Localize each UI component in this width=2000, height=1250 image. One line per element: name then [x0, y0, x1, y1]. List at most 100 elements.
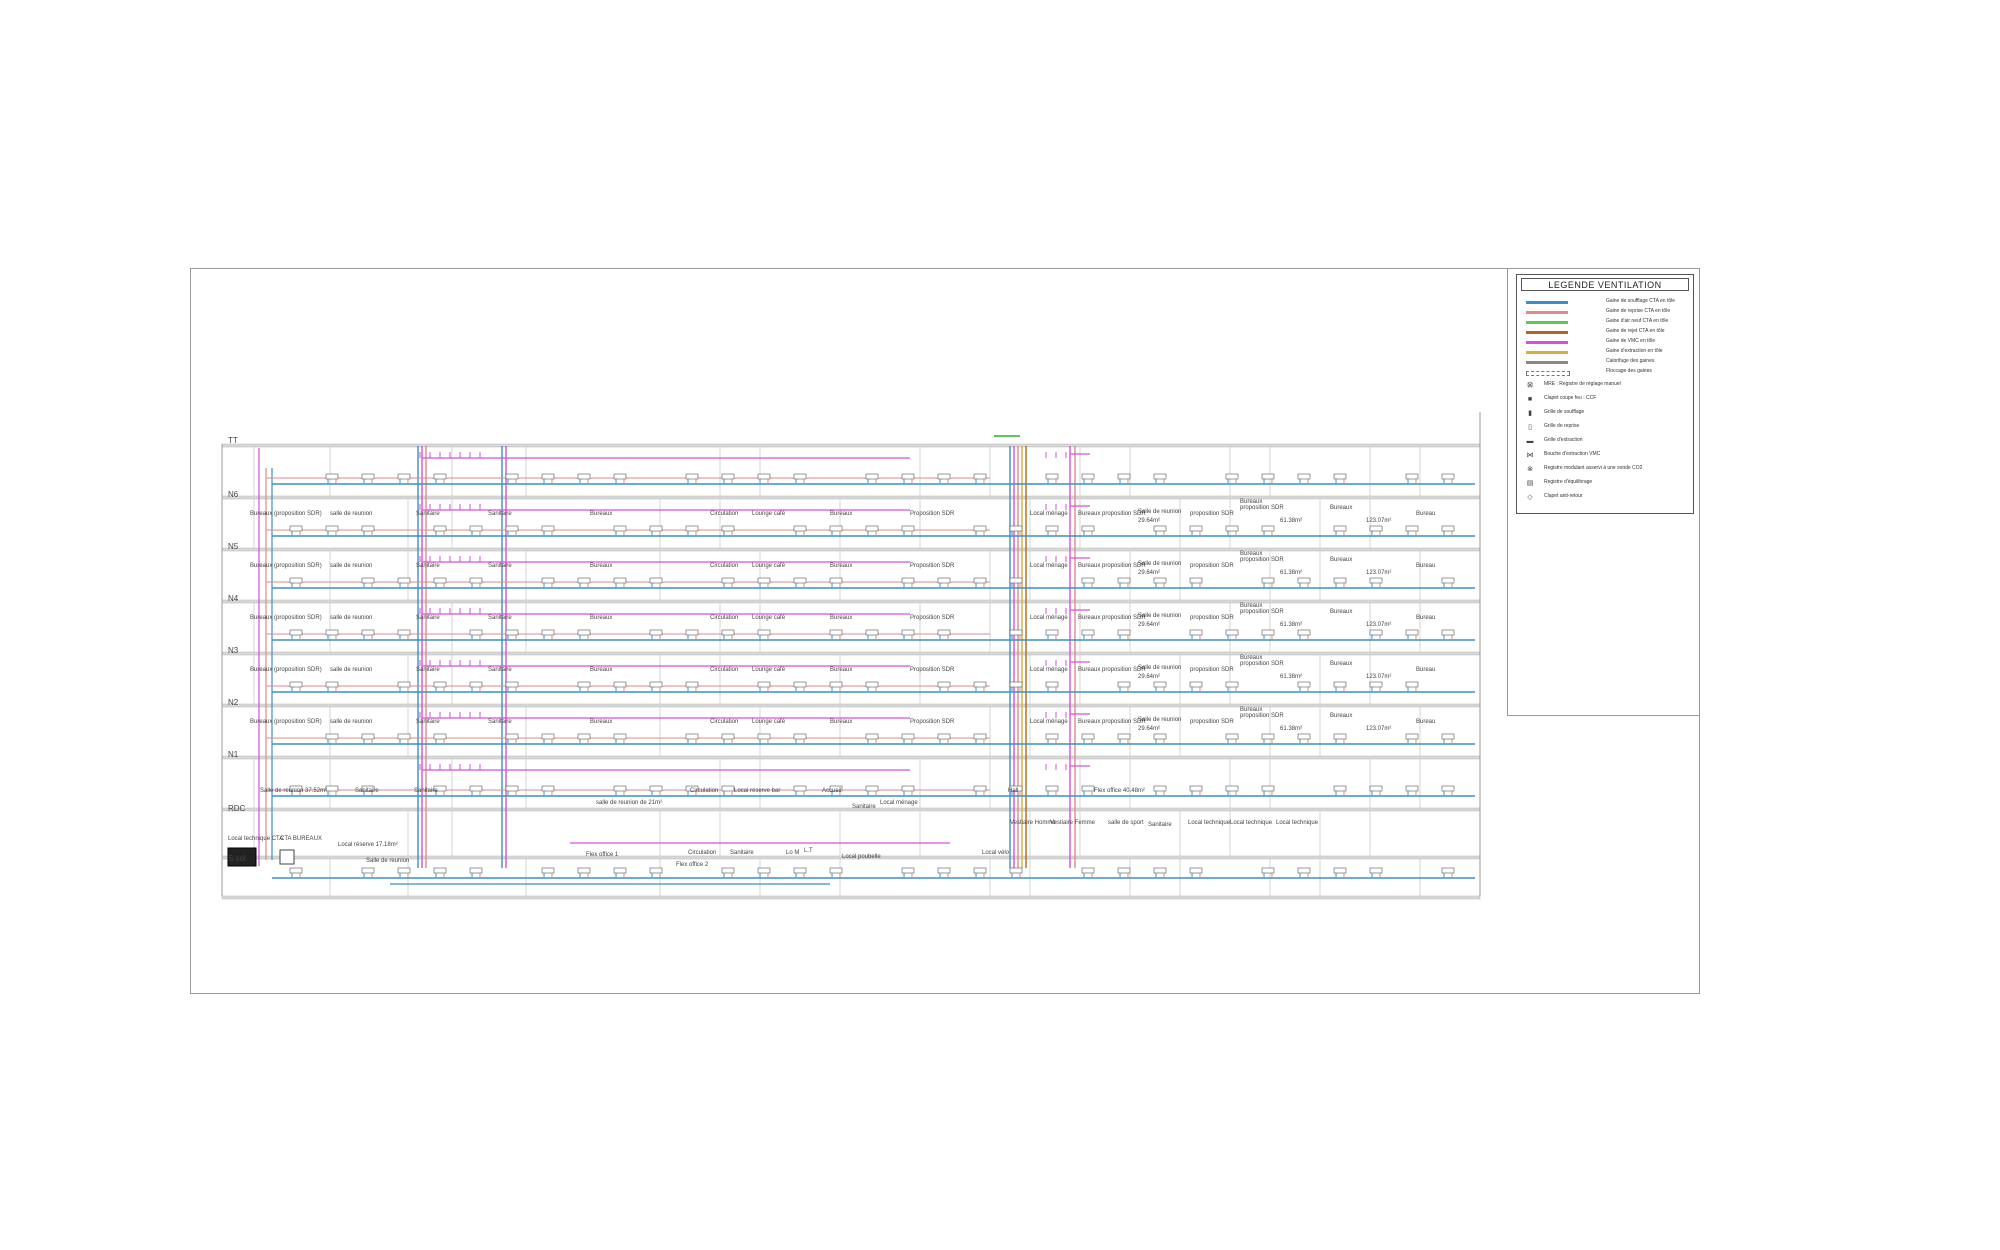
air-diffuser: [469, 577, 483, 584]
air-diffuser: [1117, 681, 1131, 688]
room-n5-circulation: Circulation: [710, 511, 739, 517]
floor-slab: [221, 495, 1481, 500]
air-diffuser: [721, 733, 735, 740]
air-diffuser: [1081, 525, 1095, 532]
room-n2-reunion-2: Salle de reunion: [1138, 665, 1182, 671]
air-diffuser: [433, 525, 447, 532]
air-diffuser: [1081, 733, 1095, 740]
air-diffuser: [1261, 525, 1275, 532]
air-diffuser: [541, 473, 555, 480]
air-diffuser: [649, 867, 663, 874]
room-n2-bureaux-2: Bureaux: [830, 667, 853, 673]
room-n1-reunion: salle de reunion: [330, 719, 373, 725]
air-diffuser: [901, 473, 915, 480]
level-label: N5: [228, 542, 239, 551]
room-n5-bureau: Bureau: [1416, 511, 1436, 517]
air-diffuser: [1297, 733, 1311, 740]
room-n4-bureaux-center: Bureaux: [590, 563, 613, 569]
manual-damper-icon: ⊠: [1527, 382, 1533, 389]
air-diffuser: [469, 867, 483, 874]
air-diffuser: [541, 577, 555, 584]
room-ss-tech-2: Local technique: [1230, 820, 1273, 826]
air-diffuser: [1261, 629, 1275, 636]
room-ss-lt: L.T: [804, 848, 813, 854]
air-diffuser: [1333, 733, 1347, 740]
air-diffuser: [793, 525, 807, 532]
air-diffuser: [433, 867, 447, 874]
air-diffuser: [1189, 867, 1203, 874]
room-n4-bureau: Bureau: [1416, 563, 1436, 569]
air-diffuser: [1441, 785, 1455, 792]
air-diffuser: [793, 785, 807, 792]
air-diffuser: [1297, 867, 1311, 874]
air-diffuser: [1333, 867, 1347, 874]
air-diffuser: [1117, 577, 1131, 584]
room-n4-area-a: 29.64m²: [1138, 570, 1161, 576]
air-diffuser: [397, 733, 411, 740]
room-n3-sanitaire-a: Sanitaire: [416, 615, 440, 621]
air-diffuser: [901, 629, 915, 636]
room-n1-area-b: 61.38m²: [1280, 726, 1303, 732]
air-diffuser: [685, 681, 699, 688]
air-diffuser: [973, 473, 987, 480]
room-n1-bureaux-4: Bureaux: [1330, 713, 1353, 719]
air-diffuser: [1153, 525, 1167, 532]
air-diffuser: [757, 577, 771, 584]
legend-line-label: Calorifuge des gaines: [1606, 358, 1655, 364]
air-diffuser: [1081, 867, 1095, 874]
cta-box: [279, 849, 295, 865]
air-diffuser: [685, 525, 699, 532]
air-diffuser: [469, 785, 483, 792]
room-n4-bureaux-sdr: Bureaux proposition SDR: [1078, 563, 1146, 569]
air-diffuser: [937, 681, 951, 688]
room-ss-vestiaire-f: Vestiaire Femme: [1050, 820, 1096, 826]
air-diffuser: [1369, 867, 1383, 874]
air-diffuser: [325, 681, 339, 688]
air-diffuser: [1261, 785, 1275, 792]
air-diffuser: [1081, 577, 1095, 584]
legend-line-label: Gaine d'extraction en tôle: [1606, 348, 1663, 354]
room-n1-menage: Local ménage: [1030, 719, 1068, 725]
air-diffuser: [649, 525, 663, 532]
room-ss-poubelle: Local poubelle: [842, 854, 881, 860]
air-diffuser: [685, 473, 699, 480]
air-diffuser: [757, 681, 771, 688]
legend-title: LEGENDE VENTILATION: [1521, 278, 1689, 291]
room-ss-archives: Local réserve 17.18m²: [338, 842, 398, 848]
room-ss-velo: Local vélo: [982, 850, 1010, 856]
air-diffuser: [577, 867, 591, 874]
room-n1-bureau: Bureau: [1416, 719, 1436, 725]
air-diffuser: [901, 867, 915, 874]
air-diffuser: [1441, 577, 1455, 584]
air-diffuser: [397, 681, 411, 688]
floor-slab: [221, 547, 1481, 552]
legend-line-label: Floccage des gaines: [1606, 368, 1652, 374]
room-n1-sanitaire-b: Sanitaire: [488, 719, 512, 725]
air-diffuser: [1117, 733, 1131, 740]
room-n2-lounge: Lounge café: [752, 667, 786, 673]
room-n2-bureaux: Bureaux (proposition SDR): [250, 667, 322, 673]
air-diffuser: [1225, 473, 1239, 480]
room-rdc-circulation: Circulation: [690, 788, 719, 794]
air-diffuser: [793, 577, 807, 584]
room-ss-lm: Lo M: [786, 850, 800, 856]
room-n3-area-a: 29.64m²: [1138, 622, 1161, 628]
room-n1-bureaux-2: Bureaux: [830, 719, 853, 725]
room-n2-bureau: Bureau: [1416, 667, 1436, 673]
legend-line-label: Gaine de reprise CTA en tôle: [1606, 308, 1671, 314]
air-diffuser: [541, 733, 555, 740]
room-n4-reunion-2: Salle de reunion: [1138, 561, 1182, 567]
air-diffuser: [577, 473, 591, 480]
floor-slab: [221, 807, 1481, 812]
level-label: N1: [228, 750, 239, 759]
air-diffuser: [865, 681, 879, 688]
legend-symbol-label: Clapet coupe feu : CCF: [1544, 395, 1597, 401]
air-diffuser: [973, 733, 987, 740]
room-ss-sanitaire: Sanitaire: [730, 850, 754, 856]
air-diffuser: [1333, 525, 1347, 532]
air-diffuser: [649, 629, 663, 636]
air-diffuser: [901, 733, 915, 740]
room-n4-reunion: salle de reunion: [330, 563, 373, 569]
air-diffuser: [1153, 733, 1167, 740]
legend-line-swatch: [1526, 321, 1568, 324]
